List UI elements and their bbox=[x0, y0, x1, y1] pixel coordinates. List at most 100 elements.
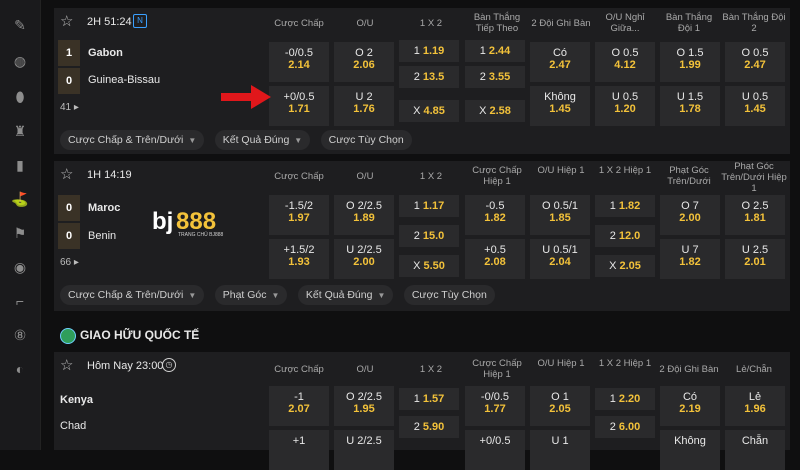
odds-cell[interactable]: X 2.05 bbox=[595, 255, 655, 277]
odds-cell[interactable]: U 2/2.5 2.00 bbox=[334, 239, 394, 279]
odds-cell[interactable]: 1 1.19 bbox=[399, 40, 459, 62]
odds-cell[interactable]: 2 3.55 bbox=[465, 66, 525, 88]
column-header: 1 X 2 bbox=[419, 364, 443, 375]
odds-cell[interactable]: O 0.5/1 1.85 bbox=[530, 195, 590, 235]
away-team[interactable]: Chad bbox=[60, 420, 86, 432]
column-header: Bàn Thắng Đội 2 bbox=[722, 12, 786, 34]
odds-cell[interactable]: 1 1.82 bbox=[595, 195, 655, 217]
chip-custom-bet[interactable]: Cược Tùy Chọn bbox=[320, 130, 412, 150]
odds-cell[interactable]: X 5.50 bbox=[399, 255, 459, 277]
odds-cell[interactable]: O 0.5 2.47 bbox=[725, 42, 785, 82]
odds-cell[interactable]: Không 1.45 bbox=[530, 86, 590, 126]
football-icon[interactable]: ⬮ bbox=[11, 88, 29, 106]
neutral-badge: N bbox=[133, 14, 147, 28]
odds-cell[interactable]: 2 6.00 bbox=[595, 416, 655, 438]
cricket-icon[interactable]: ▮ bbox=[11, 156, 29, 174]
odds-cell[interactable]: U 0.5 1.45 bbox=[725, 86, 785, 126]
match-card: ☆ 2H 51:24 N Cược Chấp O/U 1 X 2 Bàn Thắ… bbox=[54, 8, 790, 154]
odds-cell[interactable]: +0.5 2.08 bbox=[465, 239, 525, 279]
eight-ball-icon[interactable]: ⑧ bbox=[11, 326, 29, 344]
chip-handicap-ou[interactable]: Cược Chấp & Trên/Dưới ▼ bbox=[60, 130, 205, 150]
odds-cell[interactable]: 1 2.20 bbox=[595, 388, 655, 410]
home-team[interactable]: Maroc bbox=[88, 202, 120, 214]
odds-cell[interactable]: 1 1.57 bbox=[399, 388, 459, 410]
home-team[interactable]: Gabon bbox=[88, 47, 123, 59]
odds-cell[interactable]: -1 2.07 bbox=[269, 386, 329, 426]
odds-cell[interactable]: -0/0.5 1.77 bbox=[465, 386, 525, 426]
odds-line: X bbox=[413, 105, 421, 117]
live-stream-icon[interactable]: ◷ bbox=[162, 358, 176, 372]
odds-cell[interactable]: U 2/2.5 bbox=[334, 430, 394, 470]
odds-cell[interactable]: 1 1.17 bbox=[399, 195, 459, 217]
racing-flag-icon[interactable]: ⚑ bbox=[11, 224, 29, 242]
column-header: 1 X 2 Hiệp 1 bbox=[598, 165, 652, 176]
odds-cell[interactable]: O 7 2.00 bbox=[660, 195, 720, 235]
odds-cell[interactable]: O 2/2.5 1.89 bbox=[334, 195, 394, 235]
odds-price: 1.95 bbox=[353, 403, 375, 415]
odds-cell[interactable]: Có 2.19 bbox=[660, 386, 720, 426]
odds-price: 5.90 bbox=[422, 421, 445, 433]
odds-cell[interactable]: 2 15.0 bbox=[399, 225, 459, 247]
odds-cell[interactable]: +1 bbox=[269, 430, 329, 470]
chip-correct-score[interactable]: Kết Quả Đúng ▼ bbox=[214, 130, 311, 150]
odds-cell[interactable]: +0/0.5 1.71 bbox=[269, 86, 329, 126]
column-header: Cược Chấp bbox=[274, 364, 324, 375]
odds-cell[interactable]: U 1.5 1.78 bbox=[660, 86, 720, 126]
odds-price: 1.85 bbox=[549, 212, 571, 224]
odds-cell[interactable]: -0.5 1.82 bbox=[465, 195, 525, 235]
odds-cell[interactable]: +1.5/2 1.93 bbox=[269, 239, 329, 279]
odds-cell[interactable]: X 4.85 bbox=[399, 100, 459, 122]
hockey-icon[interactable]: ⌐ bbox=[11, 292, 29, 310]
odds-cell[interactable]: U 2.5 2.01 bbox=[725, 239, 785, 279]
soccer-ball-icon[interactable]: ◉ bbox=[11, 258, 29, 276]
odds-cell[interactable]: Chẵn bbox=[725, 430, 785, 470]
odds-cell[interactable]: O 2/2.5 1.95 bbox=[334, 386, 394, 426]
more-markets-link[interactable]: 66 ▸ bbox=[60, 257, 79, 268]
odds-cell[interactable]: U 0.5 1.20 bbox=[595, 86, 655, 126]
trophy-icon[interactable]: ♜ bbox=[11, 122, 29, 140]
odds-cell[interactable]: O 0.5 4.12 bbox=[595, 42, 655, 82]
odds-cell[interactable]: -0/0.5 2.14 bbox=[269, 42, 329, 82]
odds-price: 2.01 bbox=[744, 256, 766, 268]
favorite-star-icon[interactable]: ☆ bbox=[60, 12, 73, 30]
favorite-star-icon[interactable]: ☆ bbox=[60, 165, 73, 183]
baseball-icon[interactable]: ◐ bbox=[11, 360, 29, 378]
odds-cell[interactable]: 2 13.5 bbox=[399, 66, 459, 88]
odds-cell[interactable]: O 2.5 1.81 bbox=[725, 195, 785, 235]
odds-price: 3.55 bbox=[488, 71, 511, 83]
odds-cell[interactable]: -1.5/2 1.97 bbox=[269, 195, 329, 235]
odds-cell[interactable]: O 2 2.06 bbox=[334, 42, 394, 82]
market-chips: Cược Chấp & Trên/Dưới ▼ Phạt Góc ▼ Kết Quả… bbox=[60, 285, 501, 305]
odds-price: 2.47 bbox=[549, 59, 571, 71]
odds-cell[interactable]: U 7 1.82 bbox=[660, 239, 720, 279]
favorite-star-icon[interactable]: ☆ bbox=[60, 356, 73, 374]
golf-icon[interactable]: ⛳ bbox=[11, 190, 29, 208]
odds-cell[interactable]: U 0.5/1 2.04 bbox=[530, 239, 590, 279]
home-team[interactable]: Kenya bbox=[60, 394, 93, 406]
odds-line: U 0.5/1 bbox=[542, 244, 578, 256]
odds-line: +0/0.5 bbox=[283, 91, 315, 103]
odds-cell[interactable]: 1 2.44 bbox=[465, 40, 525, 62]
away-team[interactable]: Guinea-Bissau bbox=[88, 74, 160, 86]
odds-cell[interactable]: 2 5.90 bbox=[399, 416, 459, 438]
odds-cell[interactable]: Lẻ 1.96 bbox=[725, 386, 785, 426]
chip-corners[interactable]: Phạt Góc ▼ bbox=[214, 285, 288, 305]
odds-cell[interactable]: O 1.5 1.99 bbox=[660, 42, 720, 82]
away-team[interactable]: Benin bbox=[88, 230, 116, 242]
odds-cell[interactable]: 2 12.0 bbox=[595, 225, 655, 247]
chip-label: Phạt Góc bbox=[222, 289, 267, 301]
odds-cell[interactable]: Có 2.47 bbox=[530, 42, 590, 82]
chip-correct-score[interactable]: Kết Quả Đúng ▼ bbox=[297, 285, 394, 305]
odds-cell[interactable]: Không bbox=[660, 430, 720, 470]
volleyball-icon[interactable]: ◍ bbox=[11, 52, 29, 70]
odds-cell[interactable]: +0/0.5 bbox=[465, 430, 525, 470]
more-markets-link[interactable]: 41 ▸ bbox=[60, 102, 79, 113]
chip-handicap-ou[interactable]: Cược Chấp & Trên/Dưới ▼ bbox=[60, 285, 205, 305]
odds-cell[interactable]: U 2 1.76 bbox=[334, 86, 394, 126]
odds-cell[interactable]: X 2.58 bbox=[465, 100, 525, 122]
odds-cell[interactable]: U 1 bbox=[530, 430, 590, 470]
odds-price: 1.20 bbox=[614, 103, 636, 115]
badminton-icon[interactable]: ✎ bbox=[11, 16, 29, 34]
odds-cell[interactable]: O 1 2.05 bbox=[530, 386, 590, 426]
chip-custom-bet[interactable]: Cược Tùy Chọn bbox=[403, 285, 495, 305]
